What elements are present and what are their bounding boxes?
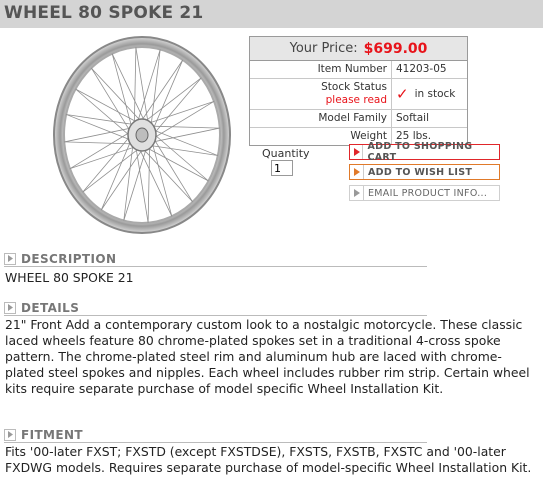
details-title: DETAILS bbox=[21, 300, 80, 315]
details-body: 21" Front Add a contemporary custom look… bbox=[5, 317, 530, 396]
description-title: DESCRIPTION bbox=[21, 251, 117, 266]
quantity-input[interactable] bbox=[271, 160, 293, 176]
email-product-info-button[interactable]: EMAIL PRODUCT INFO... bbox=[349, 185, 500, 201]
spec-row-item-number: Item Number 41203-05 bbox=[250, 61, 467, 79]
checkmark-icon: ✓ bbox=[396, 84, 409, 103]
spec-value: 41203-05 bbox=[396, 63, 447, 75]
email-product-info-label: EMAIL PRODUCT INFO... bbox=[368, 187, 488, 199]
add-to-wishlist-label: ADD TO WISH LIST bbox=[368, 166, 473, 178]
arrow-right-icon bbox=[351, 145, 364, 159]
price-row: Your Price: $699.00 bbox=[250, 37, 467, 61]
fitment-section-header[interactable]: FITMENT bbox=[4, 427, 427, 443]
stock-status-value: in stock bbox=[414, 87, 456, 100]
title-bar: WHEEL 80 SPOKE 21 bbox=[0, 0, 543, 28]
description-body: WHEEL 80 SPOKE 21 bbox=[5, 270, 134, 285]
arrow-right-icon bbox=[351, 165, 364, 179]
product-image bbox=[40, 30, 240, 240]
please-read-link[interactable]: please read bbox=[254, 94, 387, 107]
stock-status-label: Stock Status bbox=[321, 81, 387, 93]
expand-arrow-icon bbox=[4, 428, 16, 441]
wheel-image bbox=[53, 36, 231, 234]
expand-arrow-icon bbox=[4, 252, 16, 265]
quantity-label: Quantity bbox=[262, 147, 310, 160]
page-title: WHEEL 80 SPOKE 21 bbox=[4, 3, 204, 23]
arrow-right-icon bbox=[351, 186, 364, 200]
price-table: Your Price: $699.00 Item Number 41203-05… bbox=[249, 36, 468, 146]
add-to-wishlist-button[interactable]: ADD TO WISH LIST bbox=[349, 164, 500, 180]
expand-arrow-icon bbox=[4, 301, 16, 314]
spec-key: Stock Status please read bbox=[250, 79, 392, 109]
price-label: Your Price: bbox=[289, 41, 358, 56]
description-section-header[interactable]: DESCRIPTION bbox=[4, 251, 427, 267]
fitment-title: FITMENT bbox=[21, 427, 84, 442]
spec-key: Item Number bbox=[250, 61, 392, 78]
spec-value: Softail bbox=[396, 112, 429, 124]
fitment-body: Fits '00-later FXST; FXSTD (except FXSTD… bbox=[5, 444, 532, 475]
spec-row-stock-status: Stock Status please read ✓ in stock bbox=[250, 79, 467, 110]
add-to-cart-label: ADD TO SHOPPING CART bbox=[367, 141, 473, 163]
spec-key: Model Family bbox=[250, 110, 392, 127]
spec-row-model-family: Model Family Softail bbox=[250, 110, 467, 128]
details-section-header[interactable]: DETAILS bbox=[4, 300, 427, 316]
add-to-cart-button[interactable]: ADD TO SHOPPING CART bbox=[349, 141, 500, 163]
spec-value: ✓ in stock bbox=[392, 79, 459, 109]
price-value: $699.00 bbox=[363, 40, 428, 57]
